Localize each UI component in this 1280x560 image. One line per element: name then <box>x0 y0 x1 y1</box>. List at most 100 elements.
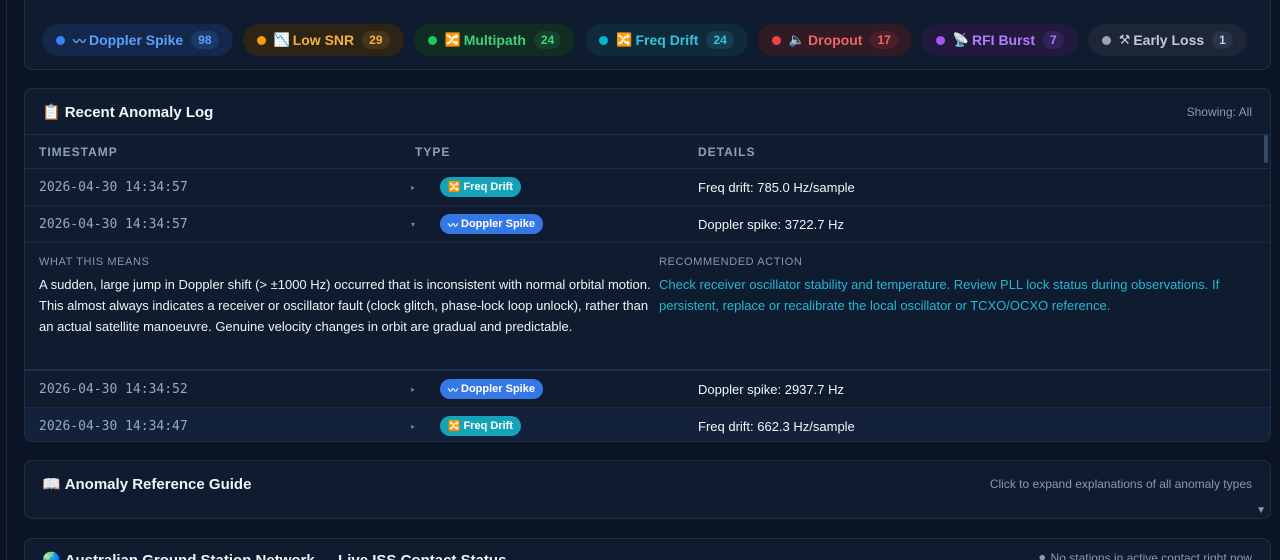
row-timestamp: 2026-04-30 14:34:52 <box>39 381 188 397</box>
anomaly-chip-dropout[interactable]: 🔈 Dropout 17 <box>757 24 912 56</box>
guide-title: 📖 Anomaly Reference Guide <box>42 475 251 493</box>
log-header: 📋 Recent Anomaly Log Showing: All <box>25 89 1270 135</box>
recommended-action-section: RECOMMENDED ACTION Check receiver oscill… <box>659 256 1256 369</box>
status-dot-icon <box>1101 35 1111 45</box>
chip-count-badge: 29 <box>362 31 390 49</box>
status-dot-icon <box>771 35 781 45</box>
table-row[interactable]: 2026-04-30 14:34:47 ▸ 🔀 Freq Drift Freq d… <box>25 408 1270 441</box>
table-row[interactable]: 2026-04-30 14:34:57 ▸ 🔀 Freq Drift Freq d… <box>25 169 1270 206</box>
globe-icon: 🌏 <box>42 552 61 560</box>
column-header-type[interactable]: TYPE <box>415 145 698 159</box>
doppler-spike-icon: 〰 <box>448 385 458 397</box>
log-scrollbar[interactable] <box>1264 135 1268 163</box>
type-badge-label: Doppler Spike <box>461 218 535 230</box>
anomaly-summary-card: 〰 Doppler Spike 98 📉 Low SNR 29 🔀 Multipath 24 🔀 F… <box>24 0 1271 70</box>
table-row[interactable]: 2026-04-30 14:34:52 ▸ 〰 Doppler Spike Dop… <box>25 371 1270 408</box>
anomaly-type-icon: 📡 <box>952 32 969 47</box>
anomaly-chip-low-snr[interactable]: 📉 Low SNR 29 <box>242 24 404 56</box>
freq-drift-icon: 🔀 <box>448 420 461 432</box>
dashboard-page: 〰 Doppler Spike 98 📉 Low SNR 29 🔀 Multipath 24 🔀 F… <box>0 0 1280 560</box>
book-icon: 📖 <box>42 476 61 493</box>
type-badge-label: Doppler Spike <box>461 383 535 395</box>
chip-label: Multipath <box>463 32 526 48</box>
chip-label: Early Loss <box>1133 32 1205 48</box>
anomaly-reference-guide-card[interactable]: 📖 Anomaly Reference Guide Click to expand… <box>24 460 1271 519</box>
chip-label: Freq Drift <box>635 32 699 48</box>
network-status: ⚫ No stations in active contact right no… <box>1037 551 1252 560</box>
recent-anomaly-log-card: 📋 Recent Anomaly Log Showing: All TIMESTA… <box>24 88 1271 442</box>
status-dot-icon <box>935 35 945 45</box>
recommended-action-label: RECOMMENDED ACTION <box>659 256 803 268</box>
row-details: Doppler spike: 2937.7 Hz <box>698 381 844 397</box>
network-title: 🌏 Australian Ground Station Network — Liv… <box>42 551 506 560</box>
anomaly-filter-chips: 〰 Doppler Spike 98 📉 Low SNR 29 🔀 Multipath 24 🔀 F… <box>42 24 1247 56</box>
anomaly-type-icon: 〰 <box>73 33 87 49</box>
chip-label: Doppler Spike <box>89 32 184 48</box>
log-filter-status[interactable]: Showing: All <box>1187 105 1252 119</box>
chevron-down-icon[interactable]: ▼ <box>1256 505 1266 516</box>
column-header-details[interactable]: DETAILS <box>698 145 1270 159</box>
chip-label: Low SNR <box>292 32 355 48</box>
status-dot-icon <box>427 35 437 45</box>
what-this-means-label: WHAT THIS MEANS <box>39 256 150 268</box>
freq-drift-icon: 🔀 <box>448 181 461 193</box>
log-title-text: Recent Anomaly Log <box>64 103 214 121</box>
row-expanded-detail: WHAT THIS MEANS A sudden, large jump in … <box>25 243 1270 371</box>
type-badge: 🔀 Freq Drift <box>440 416 521 436</box>
status-dot-icon <box>56 35 65 45</box>
type-badge: 〰 Doppler Spike <box>440 214 543 234</box>
table-row-expanded[interactable]: 2026-04-30 14:34:57 ▾ 〰 Doppler Spike Dop… <box>25 206 1270 243</box>
status-dot-icon <box>599 35 609 45</box>
doppler-spike-icon: 〰 <box>448 220 458 232</box>
guide-hint: Click to expand explanations of all anom… <box>989 477 1252 491</box>
chip-label: Dropout <box>808 32 863 48</box>
row-type: 🔀 Freq Drift <box>415 416 698 436</box>
what-this-means-section: WHAT THIS MEANS A sudden, large jump in … <box>39 256 659 369</box>
network-header: 🌏 Australian Ground Station Network — Liv… <box>25 539 1270 560</box>
row-type: 〰 Doppler Spike <box>415 379 698 399</box>
row-details: Freq drift: 662.3 Hz/sample <box>698 418 855 434</box>
row-details: Doppler spike: 3722.7 Hz <box>698 216 844 232</box>
chip-count-badge: 7 <box>1043 31 1064 49</box>
expand-arrow-icon[interactable]: ▸ <box>385 422 415 431</box>
ground-station-network-card: 🌏 Australian Ground Station Network — Liv… <box>24 538 1271 560</box>
what-this-means-text: A sudden, large jump in Doppler shift (>… <box>39 277 651 334</box>
anomaly-type-icon: 🔀 <box>444 32 461 47</box>
row-type: 🔀 Freq Drift <box>415 177 698 197</box>
row-timestamp: 2026-04-30 14:34:47 <box>39 418 188 434</box>
type-badge: 🔀 Freq Drift <box>440 177 521 197</box>
guide-header[interactable]: 📖 Anomaly Reference Guide Click to expand… <box>25 461 1270 507</box>
network-title-text: Australian Ground Station Network — Live… <box>65 552 507 560</box>
left-border <box>6 0 7 560</box>
chip-count-badge: 1 <box>1212 31 1233 49</box>
anomaly-chip-early-loss[interactable]: ⚒ Early Loss 1 <box>1087 24 1247 56</box>
anomaly-type-icon: ⚒ <box>1118 32 1131 47</box>
row-timestamp: 2026-04-30 14:34:57 <box>39 179 188 195</box>
anomaly-type-icon: 🔀 <box>616 32 633 47</box>
anomaly-chip-multipath[interactable]: 🔀 Multipath 24 <box>413 24 576 56</box>
expand-arrow-icon[interactable]: ▸ <box>385 183 415 192</box>
type-badge-label: Freq Drift <box>463 181 513 193</box>
chip-count-badge: 98 <box>191 31 219 49</box>
anomaly-chip-rfi-burst[interactable]: 📡 RFI Burst 7 <box>921 24 1078 56</box>
log-table-header: TIMESTAMP TYPE DETAILS <box>25 135 1270 169</box>
chip-count-badge: 24 <box>533 31 562 49</box>
guide-title-text: Anomaly Reference Guide <box>64 476 252 493</box>
row-type: 〰 Doppler Spike <box>415 214 698 234</box>
chip-label: RFI Burst <box>972 32 1035 48</box>
expand-arrow-icon[interactable]: ▸ <box>385 385 415 394</box>
log-title: 📋 Recent Anomaly Log <box>42 103 213 121</box>
type-badge-label: Freq Drift <box>463 420 513 432</box>
anomaly-type-icon: 🔈 <box>788 32 806 47</box>
row-details: Freq drift: 785.0 Hz/sample <box>698 179 855 195</box>
type-badge: 〰 Doppler Spike <box>440 379 543 399</box>
chip-count-badge: 17 <box>870 31 898 49</box>
column-header-timestamp[interactable]: TIMESTAMP <box>25 145 401 159</box>
clipboard-icon: 📋 <box>42 103 61 121</box>
anomaly-chip-freq-drift[interactable]: 🔀 Freq Drift 24 <box>585 24 748 56</box>
status-dot-icon <box>256 35 266 45</box>
collapse-arrow-icon[interactable]: ▾ <box>385 220 415 229</box>
chip-count-badge: 24 <box>706 31 734 49</box>
anomaly-chip-doppler-spike[interactable]: 〰 Doppler Spike 98 <box>42 24 233 56</box>
recommended-action-text: Check receiver oscillator stability and … <box>659 277 1220 313</box>
